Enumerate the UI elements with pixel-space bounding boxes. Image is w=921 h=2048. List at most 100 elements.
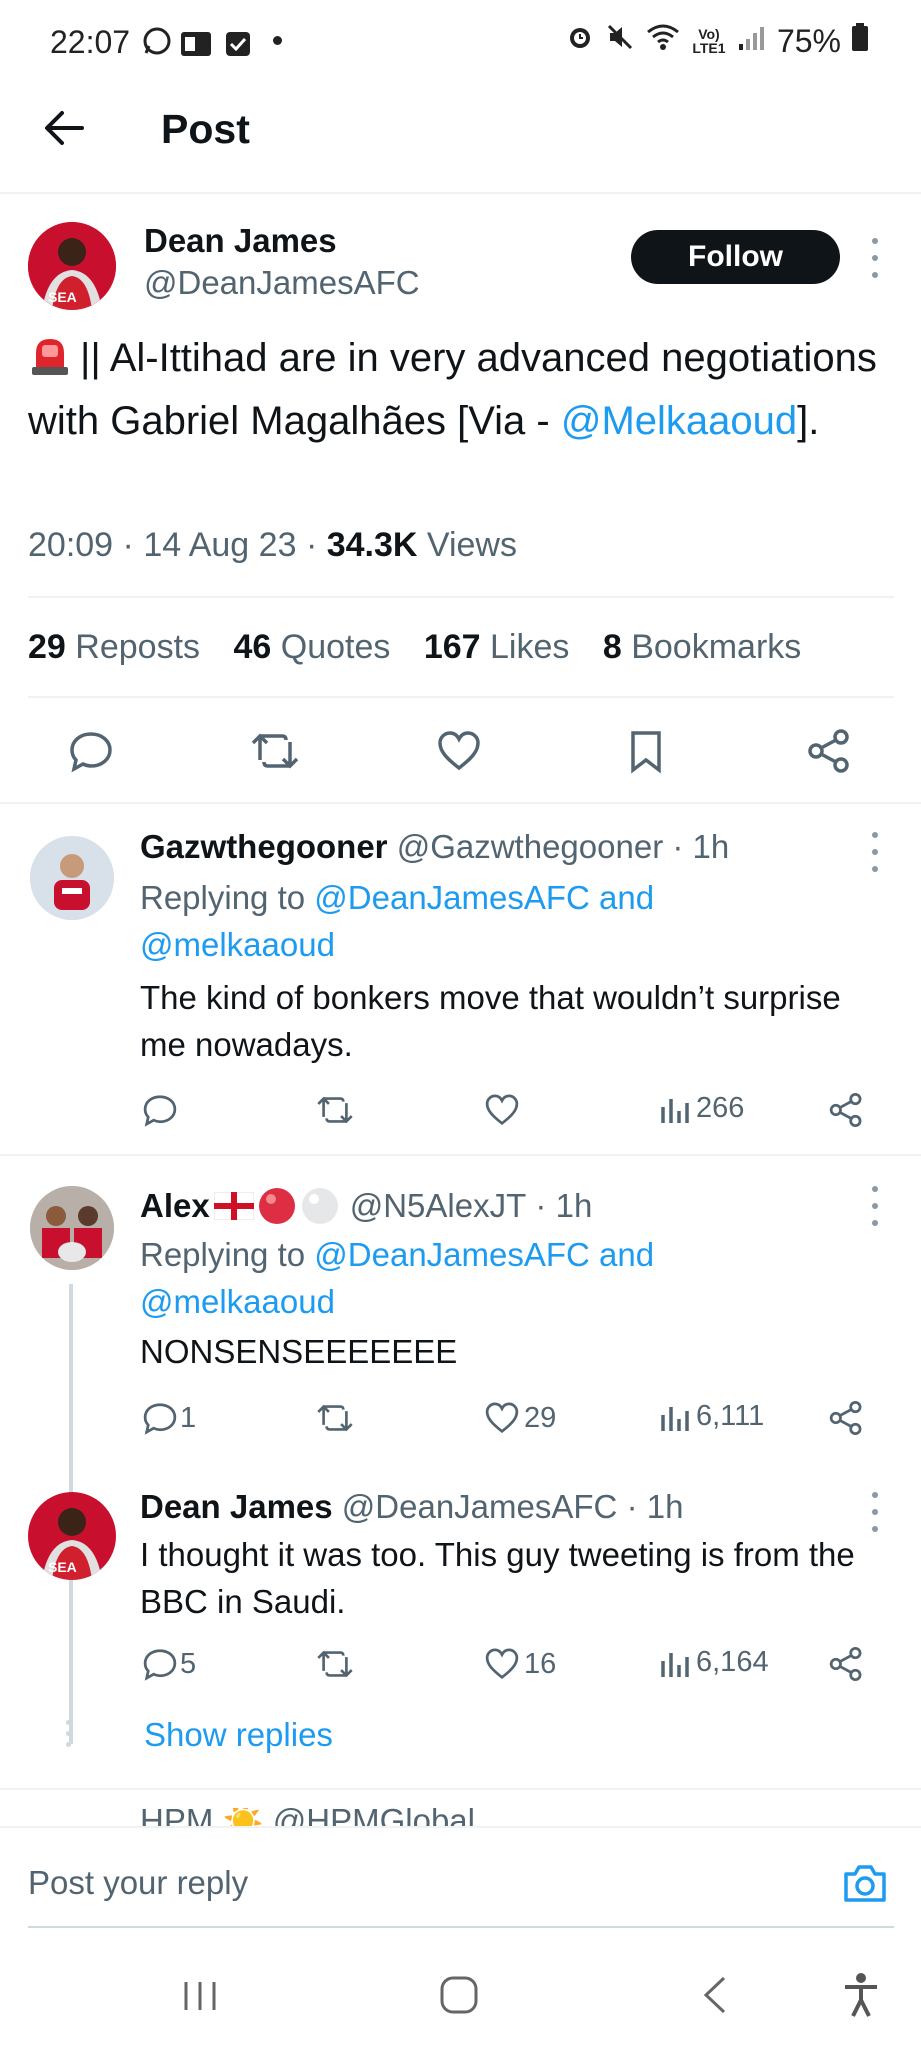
reply-author-name[interactable]: Gazwthegooner	[140, 828, 388, 865]
svg-text:SEA: SEA	[48, 1559, 77, 1575]
thread-dots	[66, 1720, 71, 1747]
reply-icon	[143, 1649, 177, 1681]
partial-reply-header: HPM ☀️ @HPMGlobal	[140, 1808, 880, 1826]
reply-avatar[interactable]	[30, 1186, 114, 1270]
battery-icon	[851, 22, 869, 60]
reposts-stat[interactable]: 29 Reposts	[28, 628, 200, 666]
reply-reply-button[interactable]	[142, 1092, 178, 1136]
reply-more-options-icon[interactable]	[865, 832, 885, 872]
replying-to: Replying to @DeanJamesAFC and @melkaaoud	[140, 1236, 655, 1320]
reply-like-button[interactable]: 29	[484, 1400, 556, 1436]
replying-to-link[interactable]: @DeanJamesAFC and	[314, 1236, 654, 1273]
reply-author-handle[interactable]: @Gazwthegooner	[397, 828, 663, 865]
like-count: 29	[524, 1401, 557, 1434]
reply-like-button[interactable]: 16	[484, 1646, 556, 1682]
reply-repost-button[interactable]	[316, 1400, 354, 1444]
reply-reply-button[interactable]: 1	[142, 1400, 196, 1436]
reply-views-button[interactable]: 6,111	[660, 1400, 764, 1433]
reply-views-count: 266	[696, 1092, 745, 1124]
reply-author-handle[interactable]: @DeanJamesAFC	[342, 1488, 618, 1525]
network-label: Vo) LTE1	[692, 26, 726, 56]
repost-button[interactable]	[250, 728, 300, 779]
bookmarks-stat[interactable]: 8 Bookmarks	[603, 628, 801, 666]
author-handle[interactable]: @DeanJamesAFC	[144, 264, 420, 302]
post-views-label: Views	[426, 526, 517, 564]
reply-reply-button[interactable]: 5	[142, 1646, 196, 1682]
reply-time: 1h	[646, 1488, 684, 1525]
svg-text:SEA: SEA	[48, 289, 77, 305]
system-back-button[interactable]	[700, 1974, 730, 2021]
post-date: 14 Aug 23	[143, 526, 297, 564]
replying-to-link[interactable]: @DeanJamesAFC and	[314, 879, 654, 916]
repost-icon	[317, 1650, 353, 1678]
reply-more-options-icon[interactable]	[865, 1492, 885, 1532]
whatsapp-icon	[142, 26, 172, 64]
reply-more-options-icon[interactable]	[865, 1186, 885, 1226]
reply-views-count: 6,164	[696, 1646, 769, 1678]
heart-icon	[438, 731, 480, 771]
camera-button[interactable]	[842, 1862, 888, 1909]
home-button[interactable]	[438, 1974, 480, 2021]
reply-header: Alex @N5AlexJT · 1h	[140, 1187, 593, 1225]
author-name[interactable]: Dean James	[144, 222, 337, 260]
reply-share-button[interactable]	[828, 1092, 864, 1136]
reply-share-button[interactable]	[828, 1646, 864, 1690]
composer-underline	[28, 1926, 894, 1928]
post-meta: 20:09 · 14 Aug 23 · 34.3K Views	[28, 526, 517, 564]
bookmark-button[interactable]	[623, 728, 669, 779]
reply-repost-button[interactable]	[316, 1092, 354, 1136]
more-options-icon[interactable]	[865, 238, 885, 278]
reply-views-button[interactable]: 6,164	[660, 1646, 769, 1679]
post-mention-link[interactable]: @Melkaaoud	[561, 399, 797, 443]
meta-divider	[28, 596, 894, 598]
likes-stat[interactable]: 167 Likes	[424, 628, 570, 666]
back-button[interactable]	[36, 100, 92, 156]
follow-button[interactable]: Follow	[631, 230, 840, 284]
share-button[interactable]	[806, 728, 852, 779]
share-icon	[829, 1092, 862, 1128]
recent-apps-button[interactable]	[180, 1976, 220, 2021]
status-bar: 22:07 Vo) LTE1 75%	[0, 18, 921, 68]
mute-icon	[605, 22, 635, 60]
reply-author-name[interactable]: Alex	[140, 1187, 210, 1225]
arrow-left-icon	[45, 111, 84, 145]
reply-author-handle[interactable]: @N5AlexJT	[350, 1187, 527, 1225]
reply-avatar[interactable]: SEA	[28, 1492, 116, 1580]
reply-views-count: 6,111	[696, 1400, 765, 1432]
show-replies-link[interactable]: Show replies	[144, 1716, 333, 1754]
post-text-part2: ].	[797, 399, 820, 443]
accessibility-icon	[845, 1973, 877, 2017]
reply-views-button[interactable]: 266	[660, 1092, 744, 1125]
like-count: 16	[524, 1647, 557, 1680]
reply-share-button[interactable]	[828, 1400, 864, 1444]
reply-count: 1	[180, 1401, 197, 1434]
reply-button[interactable]	[68, 728, 114, 779]
header-divider	[0, 192, 921, 194]
wifi-icon	[645, 22, 681, 60]
reply-avatar[interactable]	[30, 836, 114, 920]
white-circle-icon	[301, 1188, 338, 1224]
repost-icon	[317, 1404, 353, 1432]
reply-like-button[interactable]	[484, 1092, 520, 1136]
thread-divider	[0, 1788, 921, 1790]
reply-author-name[interactable]: Dean James	[140, 1488, 333, 1525]
battery-percent: 75%	[776, 22, 841, 59]
post-divider	[0, 802, 921, 804]
reply-icon	[143, 1403, 177, 1435]
repost-icon	[317, 1096, 353, 1124]
reply-header: Gazwthegooner @Gazwthegooner · 1h	[140, 828, 730, 865]
author-avatar[interactable]: SEA	[28, 222, 116, 310]
like-button[interactable]	[436, 728, 482, 779]
checkbox-icon	[225, 28, 251, 65]
heart-icon	[485, 1648, 519, 1680]
accessibility-button[interactable]	[842, 1972, 880, 2023]
chevron-left-icon	[703, 1976, 726, 2014]
camera-icon	[844, 1865, 886, 1902]
replying-to-link-2[interactable]: @melkaaoud	[140, 926, 335, 963]
partial-reply: HPM ☀️ @HPMGlobal	[140, 1808, 880, 1826]
reply-input[interactable]: Post your reply	[28, 1864, 248, 1902]
replying-to-link-2[interactable]: @melkaaoud	[140, 1283, 335, 1320]
reply-actions: 266	[140, 1092, 870, 1132]
reply-repost-button[interactable]	[316, 1646, 354, 1690]
quotes-stat[interactable]: 46 Quotes	[233, 628, 390, 666]
